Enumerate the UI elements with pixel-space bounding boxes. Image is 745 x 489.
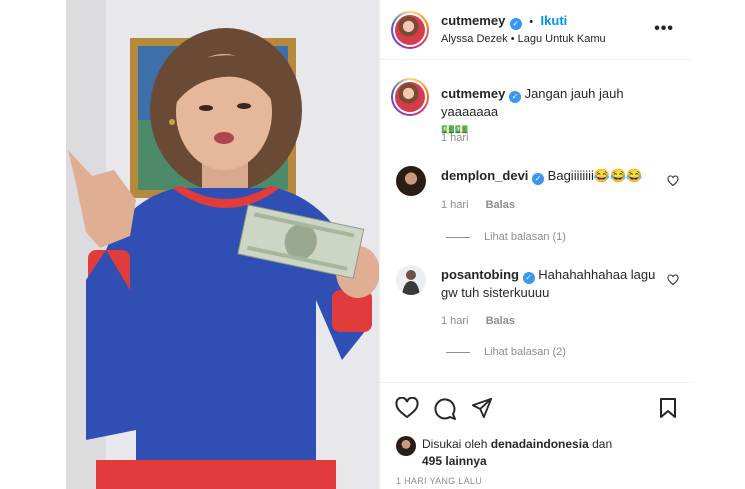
view-replies-button[interactable]: Lihat balasan (2) [446, 346, 566, 358]
caption-avatar[interactable] [391, 78, 429, 116]
comment-time: 1 hari [441, 315, 469, 327]
save-bookmark-icon[interactable] [659, 397, 677, 419]
more-options-icon[interactable]: ••• [654, 20, 674, 38]
left-margin [0, 0, 66, 489]
follow-button[interactable]: Ikuti [541, 13, 568, 28]
separator-dot: • [529, 16, 534, 28]
author-username[interactable]: cutmemey [441, 13, 505, 28]
liker-avatar[interactable] [396, 436, 416, 456]
verified-badge-icon: ✓ [508, 91, 521, 103]
comment-avatar[interactable] [396, 166, 426, 196]
comment-username[interactable]: demplon_devi [441, 168, 528, 183]
verified-badge-icon: ✓ [509, 18, 522, 30]
comment-meta: 1 hari Balas [441, 315, 515, 327]
comment-avatar[interactable] [396, 265, 426, 295]
comment-bubble-icon[interactable] [433, 397, 457, 421]
post-header: cutmemey ✓ • Ikuti Alyssa Dezek • Lagu U… [380, 0, 692, 60]
view-replies-button[interactable]: Lihat balasan (1) [446, 231, 566, 243]
comment-text: posantobing ✓ Hahahahhahaa lagu gw tuh s… [441, 266, 661, 301]
likes-connector: dan [592, 437, 613, 451]
comment-body: Bagiiiiiiii😂😂😂 [547, 168, 643, 183]
like-comment-heart-icon[interactable] [667, 274, 679, 286]
liker-username[interactable]: denadaindonesia [491, 437, 589, 451]
instagram-post-window: cutmemey ✓ • Ikuti Alyssa Dezek • Lagu U… [0, 0, 745, 489]
comment-meta: 1 hari Balas [441, 199, 515, 211]
comment-username[interactable]: posantobing [441, 267, 519, 282]
post-timestamp: 1 HARI YANG LALU [396, 476, 482, 486]
comment-text: demplon_devi ✓ Bagiiiiiiii😂😂😂 [441, 167, 661, 185]
comment-time: 1 hari [441, 199, 469, 211]
share-paper-plane-icon[interactable] [471, 397, 493, 419]
caption-time: 1 hari [441, 132, 469, 144]
right-margin [691, 0, 745, 489]
likes-summary: Disukai oleh denadaindonesia dan 495 lai… [422, 436, 672, 470]
author-avatar[interactable] [391, 11, 429, 49]
likes-others-link[interactable]: 495 lainnya [422, 454, 487, 468]
verified-badge-icon: ✓ [522, 272, 535, 284]
reply-button[interactable]: Balas [486, 315, 515, 327]
post-sidebar: cutmemey ✓ • Ikuti Alyssa Dezek • Lagu U… [379, 0, 692, 489]
audio-track[interactable]: Alyssa Dezek • Lagu Untuk Kamu [441, 33, 606, 45]
video-frame-illustration [66, 0, 379, 489]
like-comment-heart-icon[interactable] [667, 175, 679, 187]
like-heart-icon[interactable] [395, 397, 419, 419]
caption-username[interactable]: cutmemey [441, 86, 505, 101]
verified-badge-icon: ✓ [532, 173, 545, 185]
likes-prefix: Disukai oleh [422, 437, 488, 451]
post-video[interactable] [66, 0, 379, 489]
caption-text: cutmemey ✓ Jangan jauh jauh yaaaaaaa 💵💵 [441, 85, 681, 139]
header-title-row: cutmemey ✓ • Ikuti [441, 12, 567, 30]
reply-button[interactable]: Balas [486, 199, 515, 211]
